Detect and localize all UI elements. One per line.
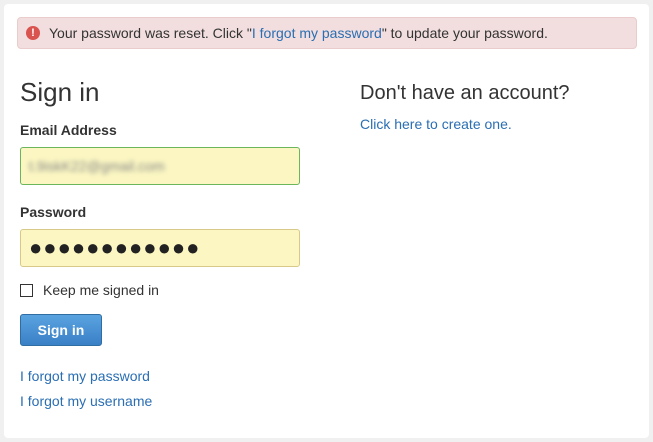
alert-message: Your password was reset. Click "I forgot… [49,25,548,41]
alert-text-after: " to update your password. [381,25,548,41]
sign-in-button[interactable]: Sign in [20,314,102,346]
keep-signed-in[interactable]: Keep me signed in [20,282,159,298]
email-label: Email Address [20,122,117,138]
create-account-link[interactable]: Click here to create one. [360,116,512,132]
password-reset-alert: ! Your password was reset. Click "I forg… [17,17,637,49]
forgot-username-link[interactable]: I forgot my username [20,393,152,409]
password-label: Password [20,204,87,220]
exclamation-circle-icon: ! [26,26,40,40]
alert-forgot-password-link[interactable]: I forgot my password [252,25,382,41]
register-heading: Don't have an account? [360,82,570,104]
signin-heading: Sign in [20,77,100,107]
email-value: t.9iskK22@gmail.com [29,158,165,174]
signin-panel: ! Your password was reset. Click "I forg… [4,4,649,438]
password-value: ●●●●●●●●●●●● [29,235,201,260]
forgot-password-link[interactable]: I forgot my password [20,368,150,384]
alert-text-before: Your password was reset. Click " [49,25,252,41]
keep-signed-in-label: Keep me signed in [43,282,159,298]
email-field[interactable]: t.9iskK22@gmail.com [20,147,300,185]
keep-signed-in-checkbox[interactable] [20,283,33,297]
password-field[interactable]: ●●●●●●●●●●●● [20,229,300,267]
